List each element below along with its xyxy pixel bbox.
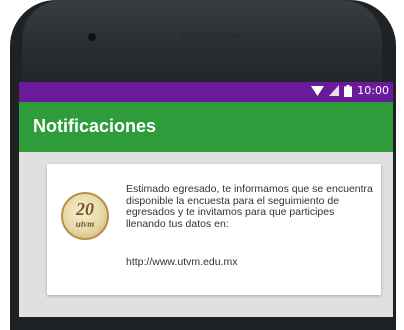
battery-icon [344, 84, 353, 97]
status-icons: 10:00 [311, 84, 389, 97]
utvm-logo: 20 utvm [61, 192, 109, 240]
phone-screen: 10:00 Notificaciones 20 utvm Estimado eg… [19, 82, 393, 317]
logo-wordmark: utvm [75, 219, 95, 229]
signal-icon [329, 85, 340, 96]
status-time: 10:00 [357, 84, 389, 97]
page-title: Notificaciones [33, 116, 157, 136]
notification-message: Estimado egresado, te informamos que se … [126, 183, 373, 230]
earpiece-speaker [180, 33, 240, 39]
logo-number: 20 [76, 199, 94, 219]
status-bar: 10:00 [19, 82, 393, 102]
notification-card[interactable]: 20 utvm Estimado egresado, te informamos… [47, 164, 381, 295]
wifi-icon [311, 85, 325, 96]
notification-link[interactable]: http://www.utvm.edu.mx [126, 256, 237, 268]
app-bar: Notificaciones [19, 102, 393, 152]
front-camera [88, 33, 96, 41]
phone-top-bezel [22, 0, 382, 82]
